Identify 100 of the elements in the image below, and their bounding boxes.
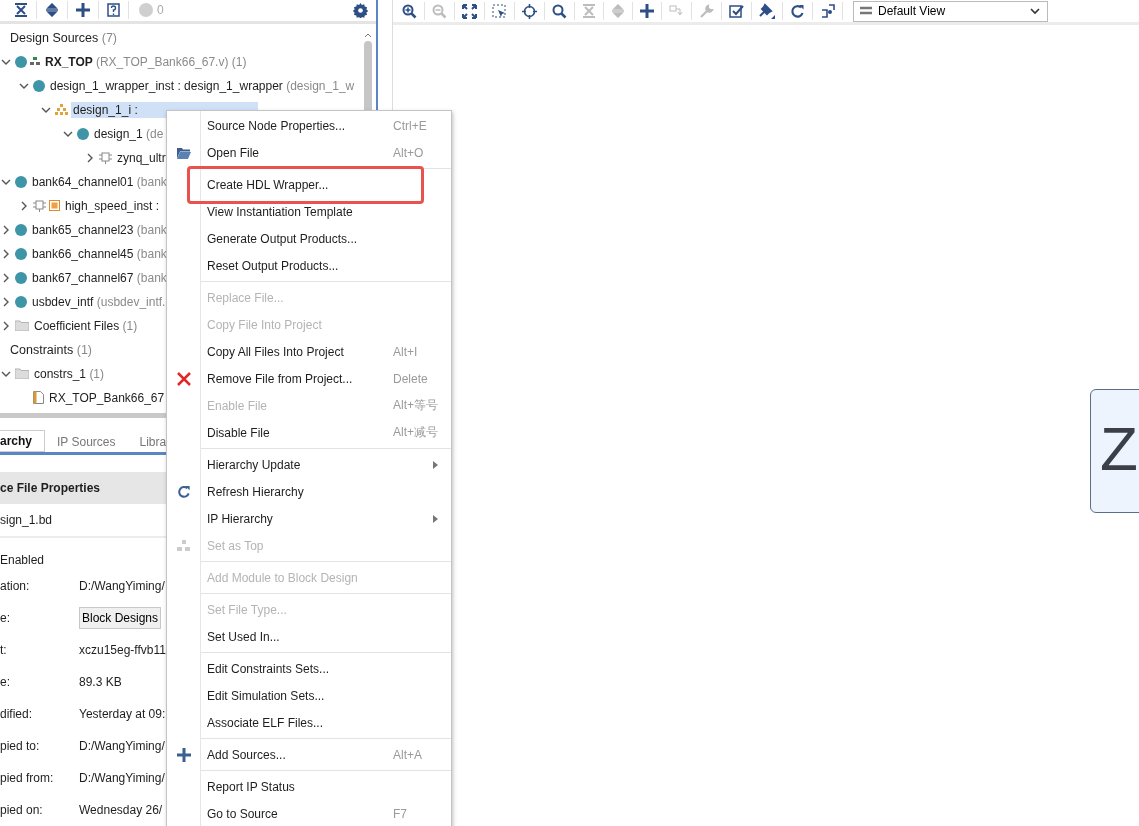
enabled-label: Enabled: [0, 553, 45, 567]
status-circle-icon: [139, 3, 153, 18]
source-dot-icon: [15, 223, 27, 236]
tree-item[interactable]: high_speed_inst :: [63, 197, 162, 214]
search-icon: [552, 3, 567, 19]
chevron-down-icon: [1029, 7, 1041, 15]
list-icon: [860, 6, 872, 16]
menu-item[interactable]: Hierarchy Update: [167, 451, 451, 478]
menu-item[interactable]: Add Sources... Alt+A: [167, 741, 451, 768]
menu-item[interactable]: Edit Constraints Sets...: [167, 655, 451, 682]
diagram-block[interactable]: Z: [1090, 389, 1139, 513]
tree-item[interactable]: bank65_channel23 (bank: [30, 221, 169, 238]
tree-item[interactable]: Coefficient Files (1): [32, 317, 140, 334]
plus-icon: [76, 3, 90, 18]
refresh-icon: [177, 484, 191, 499]
tree-item[interactable]: bank67_channel67 (bank: [30, 269, 169, 286]
tree-item[interactable]: bank66_channel45 (bank: [30, 245, 169, 262]
collapse-all-icon: [582, 4, 596, 18]
crosshair-icon: [522, 3, 537, 19]
shortcut-label: Alt+I: [393, 344, 418, 359]
folder-icon: [177, 146, 191, 159]
property-value: 89.3 KB: [79, 675, 122, 689]
tree-item[interactable]: Design Sources (7): [8, 29, 119, 46]
chip-icon: [33, 199, 46, 213]
folder-icon: [15, 320, 29, 332]
menu-item[interactable]: Report IP Status: [167, 773, 451, 800]
shortcut-label: Alt+减号: [393, 424, 438, 441]
hierarchy-icon: [30, 57, 40, 67]
menu-item[interactable]: Reset Output Products...: [167, 252, 451, 279]
tree-item[interactable]: Constraints (1): [8, 341, 94, 358]
shortcut-label: Delete: [393, 371, 428, 386]
menu-item[interactable]: Generate Output Products...: [167, 225, 451, 252]
shortcut-label: Alt+A: [393, 747, 422, 762]
source-dot-icon: [15, 247, 27, 260]
view-dropdown[interactable]: Default View: [853, 0, 1048, 22]
property-label: pied on:: [0, 803, 44, 817]
hierarchy-icon: [177, 539, 191, 552]
tree-item[interactable]: RX_TOP_Bank66_67: [47, 389, 167, 406]
scroll-up-icon[interactable]: [364, 31, 372, 38]
property-label: e:: [0, 611, 11, 625]
zoom-in-icon: [402, 3, 417, 19]
status-count: 0: [157, 3, 164, 18]
tree-item[interactable]: constrs_1 (1): [32, 365, 107, 382]
expand-all-icon: [611, 4, 625, 18]
menu-item[interactable]: Go to Source F7: [167, 800, 451, 826]
close-icon: [177, 371, 191, 386]
tree-item[interactable]: design_1 (de: [92, 125, 166, 142]
source-dot-icon: [77, 127, 89, 140]
refresh-icon: [790, 3, 805, 19]
source-dot-icon: [15, 175, 27, 188]
tab[interactable]: archy: [0, 430, 46, 452]
property-value: Wednesday 26/: [79, 803, 163, 817]
menu-item[interactable]: Copy All Files Into Project Alt+I: [167, 338, 451, 365]
checkbox-icon: [729, 3, 744, 19]
property-value: D:/WangYiming/: [79, 739, 165, 753]
shortcut-label: Ctrl+E: [393, 118, 427, 133]
shortcut-label: Alt+O: [393, 145, 424, 160]
submenu-arrow-icon: [433, 460, 438, 469]
block-label: Z: [1100, 418, 1138, 480]
tab[interactable]: IP Sources: [45, 432, 128, 452]
panel-title: ce File Properties: [0, 481, 101, 495]
property-value: xczu15eg-ffvb11: [79, 643, 166, 657]
submenu-arrow-icon: [433, 514, 438, 523]
chip-icon: [99, 151, 112, 165]
property-label: t:: [0, 643, 8, 657]
menu-item[interactable]: Refresh Hierarchy: [167, 478, 451, 505]
source-dot-icon: [15, 55, 27, 68]
menu-item[interactable]: Associate ELF Files...: [167, 709, 451, 736]
tree-item[interactable]: bank64_channel01 (bank: [30, 173, 169, 190]
menu-item[interactable]: Edit Simulation Sets...: [167, 682, 451, 709]
shortcut-label: Alt+等号: [393, 397, 438, 414]
source-dot-icon: [15, 271, 27, 284]
wrench-icon: [699, 3, 714, 19]
property-label: e:: [0, 675, 11, 689]
file-icon: [33, 391, 44, 405]
plus-icon: [640, 4, 654, 18]
tree-item[interactable]: zynq_ultr: [115, 149, 168, 166]
property-value: D:/WangYiming/: [79, 771, 165, 785]
plus-icon: [177, 747, 191, 762]
ip-block-icon: [49, 200, 60, 212]
menu-item[interactable]: Set Used In...: [167, 623, 451, 650]
property-value: D:/WangYiming/: [79, 579, 165, 593]
menu-item[interactable]: View Instantiation Template: [167, 198, 451, 225]
property-label: ation:: [0, 579, 31, 593]
select-area-icon: [492, 3, 507, 19]
tree-item[interactable]: design_1_wrapper_inst : design_1_wrapper (design_1_w: [48, 77, 357, 94]
tree-item[interactable]: usbdev_intf (usbdev_intf.: [30, 293, 168, 310]
menu-item[interactable]: Create HDL Wrapper...: [167, 171, 451, 198]
fit-icon: [462, 3, 477, 19]
folder-icon: [15, 368, 29, 380]
help-icon: [107, 3, 120, 18]
menu-item[interactable]: Open File Alt+O: [167, 139, 451, 166]
source-dot-icon: [33, 79, 45, 92]
file-type-button[interactable]: Block Designs: [79, 607, 162, 629]
menu-item[interactable]: Remove File from Project... Delete: [167, 365, 451, 392]
expand-all-icon: [45, 3, 59, 18]
zoom-out-icon: [432, 3, 447, 19]
property-label: pied from:: [0, 771, 55, 785]
shortcut-label: F7: [393, 806, 407, 821]
tree-item[interactable]: RX_TOP (RX_TOP_Bank66_67.v) (1): [43, 53, 249, 70]
